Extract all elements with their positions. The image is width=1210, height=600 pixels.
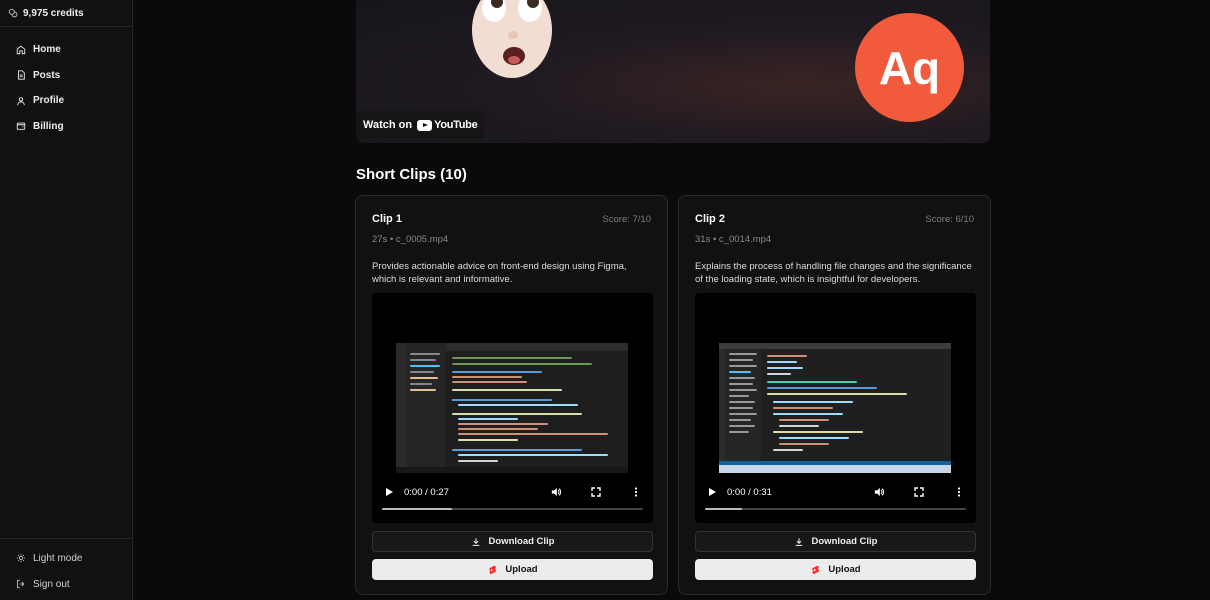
nav-item-profile[interactable]: Profile [0, 88, 132, 114]
aq-logo-text: Aq [878, 41, 941, 94]
aq-logo: Aq [855, 13, 964, 122]
light-mode-label: Light mode [33, 552, 83, 564]
fullscreen-icon[interactable] [914, 487, 924, 497]
download-clip-label: Download Clip [488, 536, 555, 547]
play-icon[interactable] [707, 487, 717, 497]
clip-title: Clip 1 [372, 213, 402, 225]
more-options-icon[interactable] [954, 487, 964, 497]
clip-score: Score: 6/10 [925, 214, 974, 225]
nav-item-label: Posts [33, 69, 61, 81]
clip-description: Explains the process of handling file ch… [695, 261, 972, 285]
download-icon [472, 537, 479, 546]
nav-item-label: Billing [33, 120, 64, 132]
watch-on-label: Watch on [363, 119, 413, 131]
upload-button[interactable]: Upload [372, 559, 653, 580]
sign-out-label: Sign out [33, 578, 70, 590]
credits-label: 9,975 credits [23, 7, 84, 19]
document-icon [18, 70, 25, 80]
nav-item-label: Home [33, 44, 61, 56]
youtube-shorts-icon [489, 565, 497, 574]
clip-card: Clip 1 Score: 7/10 27s • c_0005.mp4 Prov… [355, 195, 668, 595]
watch-on-youtube-link[interactable]: Watch on YouTube [356, 111, 485, 139]
video-frame [719, 343, 951, 473]
progress-bar[interactable] [382, 508, 643, 510]
sun-icon [16, 553, 26, 563]
sign-out-icon [17, 579, 25, 589]
video-player[interactable]: 0:00 / 0:31 [695, 293, 976, 523]
nav-item-posts[interactable]: Posts [0, 63, 132, 89]
sign-out-button[interactable]: Sign out [0, 571, 132, 597]
player-controls: 0:00 / 0:27 [372, 480, 653, 504]
clip-header: Clip 2 Score: 6/10 [695, 213, 974, 225]
video-frame [396, 343, 628, 473]
youtube-play-icon [417, 119, 433, 131]
progress-bar[interactable] [705, 508, 966, 510]
playback-time: 0:00 / 0:31 [727, 486, 772, 498]
volume-icon[interactable] [874, 487, 884, 497]
youtube-logo: YouTube [417, 119, 478, 131]
player-controls: 0:00 / 0:31 [695, 480, 976, 504]
nav-item-label: Profile [33, 95, 65, 107]
upload-button[interactable]: Upload [695, 559, 976, 580]
clip-title: Clip 2 [695, 213, 725, 225]
nav-item-home[interactable]: Home [0, 37, 132, 63]
volume-icon[interactable] [551, 487, 561, 497]
progress-fill [705, 508, 742, 510]
video-player[interactable]: 0:00 / 0:27 [372, 293, 653, 523]
clip-header: Clip 1 Score: 7/10 [372, 213, 651, 225]
youtube-shorts-icon [812, 565, 820, 574]
memoji-avatar [472, 0, 552, 78]
nav-item-billing[interactable]: Billing [0, 114, 132, 140]
light-mode-toggle[interactable]: Light mode [0, 545, 132, 571]
download-clip-label: Download Clip [811, 536, 878, 547]
user-icon [17, 96, 25, 105]
progress-fill [382, 508, 453, 510]
more-options-icon[interactable] [631, 487, 641, 497]
section-title: Short Clips (10) [356, 166, 467, 183]
playback-time: 0:00 / 0:27 [404, 486, 449, 498]
download-clip-button[interactable]: Download Clip [372, 531, 653, 552]
clip-meta: 31s • c_0014.mp4 [695, 234, 772, 245]
clip-score: Score: 7/10 [602, 214, 651, 225]
credits-display: 9,975 credits [0, 0, 132, 27]
clip-meta: 27s • c_0005.mp4 [372, 234, 449, 245]
upload-label: Upload [828, 564, 861, 575]
clip-description: Provides actionable advice on front-end … [372, 261, 627, 285]
home-icon [16, 45, 26, 54]
sidebar-footer: Light mode Sign out [0, 538, 132, 600]
sidebar: 9,975 credits Home Posts Profile Billing… [0, 0, 133, 600]
download-clip-button[interactable]: Download Clip [695, 531, 976, 552]
wallet-icon [16, 122, 26, 131]
main-nav: Home Posts Profile Billing [0, 27, 132, 139]
fullscreen-icon[interactable] [591, 487, 601, 497]
upload-label: Upload [505, 564, 538, 575]
youtube-wordmark: YouTube [434, 119, 478, 131]
clip-card: Clip 2 Score: 6/10 31s • c_0014.mp4 Expl… [678, 195, 991, 595]
play-icon[interactable] [384, 487, 394, 497]
download-icon [795, 537, 802, 546]
coins-icon [8, 8, 18, 18]
